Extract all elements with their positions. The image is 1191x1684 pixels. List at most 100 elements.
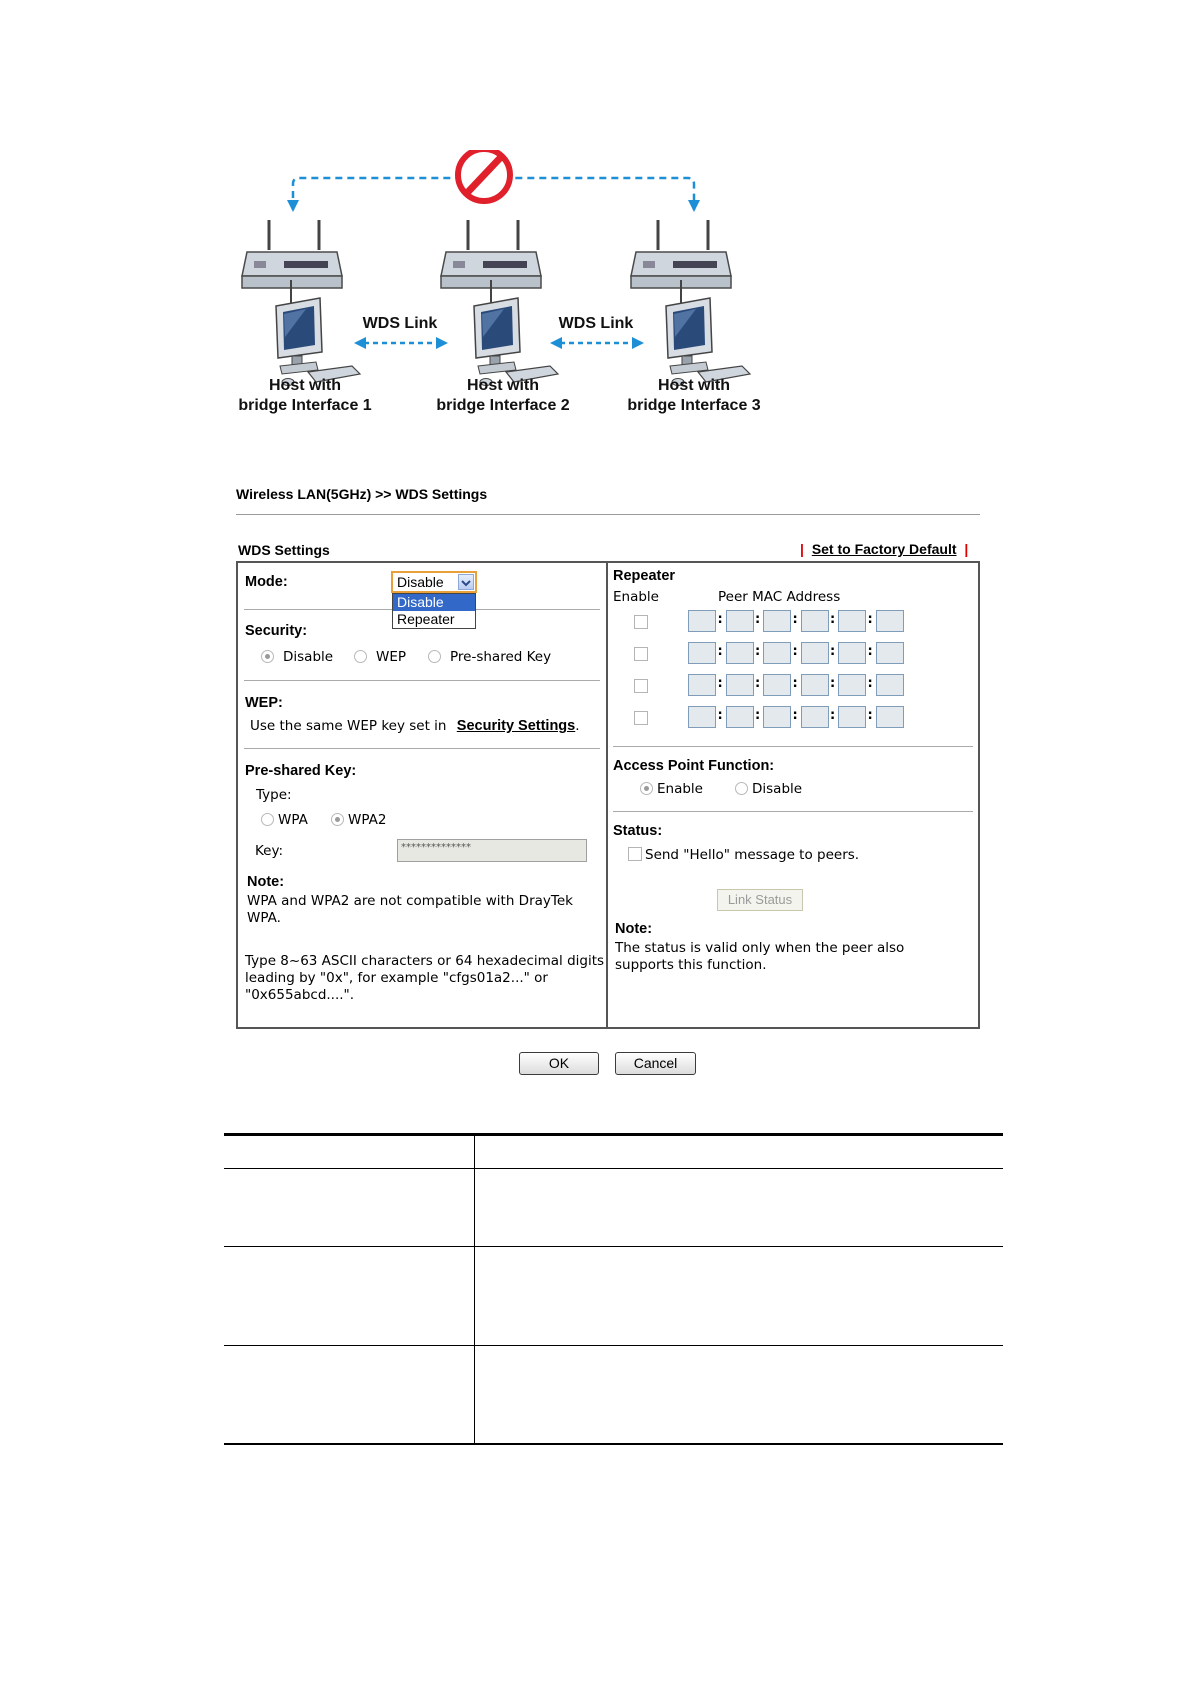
mac-octet-input[interactable] (875, 674, 904, 696)
peer-mac-table: :::::::::::::::::::: (610, 610, 910, 740)
mac-octet-input[interactable] (688, 610, 716, 632)
link-status-button[interactable]: Link Status (717, 889, 803, 911)
mac-octet-input[interactable] (875, 610, 904, 632)
status-note-text: The status is valid only when the peer a… (615, 940, 905, 973)
arrow-head-icon (287, 200, 299, 212)
router-icon (240, 218, 344, 290)
mac-octet-input[interactable] (725, 706, 754, 728)
security-radio-group: Disable WEP Pre-shared Key (260, 649, 600, 670)
mac-octet-input[interactable] (838, 610, 866, 632)
status-label: Status: (613, 823, 663, 839)
mac-octet-input[interactable] (800, 610, 829, 632)
send-hello-checkbox[interactable] (628, 847, 642, 861)
mac-octet-input[interactable] (838, 642, 866, 664)
host-2-label: Host with bridge Interface 2 (436, 377, 570, 414)
panel-divider (606, 561, 608, 1029)
arrow-right-icon (436, 337, 448, 349)
mac-octet-input[interactable] (763, 610, 791, 632)
mac-separator: : (755, 644, 761, 659)
mac-octet-input[interactable] (688, 706, 716, 728)
mac-octet-input[interactable] (688, 642, 716, 664)
host-3-label: Host with bridge Interface 3 (627, 377, 761, 414)
mac-octet-input[interactable] (800, 674, 829, 696)
mac-octet-input[interactable] (688, 674, 716, 696)
security-disable-radio[interactable] (261, 650, 274, 663)
prohibited-sign-icon (455, 150, 513, 204)
mac-separator: : (830, 676, 836, 691)
mac-separator: : (755, 708, 761, 723)
repeater-enable-checkbox[interactable] (634, 647, 648, 661)
mac-octet-input[interactable] (838, 706, 866, 728)
mode-dropdown-list: Disable Repeater (392, 593, 476, 629)
divider (236, 514, 980, 515)
mac-separator: : (867, 612, 873, 627)
type-radio-group: WPA WPA2 (260, 812, 460, 833)
table-header-rule (224, 1168, 1003, 1169)
cancel-button[interactable]: Cancel (615, 1052, 696, 1075)
wep-note: Use the same WEP key set in Security Set… (250, 718, 580, 734)
chevron-down-icon[interactable] (458, 574, 474, 590)
psk-label: Pre-shared Key: (245, 763, 357, 779)
mac-octet-input[interactable] (763, 642, 791, 664)
mac-separator: : (717, 676, 723, 691)
wep-label: WEP: (245, 695, 283, 711)
type-wpa-radio[interactable] (261, 813, 274, 826)
mac-separator: : (717, 708, 723, 723)
set-factory-default-link[interactable]: Set to Factory Default (812, 541, 957, 557)
mode-select[interactable]: Disable (391, 571, 477, 593)
mac-separator: : (830, 644, 836, 659)
router-icon (439, 218, 543, 290)
repeater-enable-checkbox[interactable] (634, 679, 648, 693)
table-column-rule (474, 1135, 475, 1444)
mode-option-disable[interactable]: Disable (393, 594, 475, 611)
arrow-head-icon (688, 200, 700, 212)
mac-separator: : (867, 708, 873, 723)
apf-enable-radio[interactable] (640, 782, 653, 795)
mac-octet-input[interactable] (725, 610, 754, 632)
host-1-label: Host with bridge Interface 1 (238, 377, 372, 414)
mac-octet-input[interactable] (875, 706, 904, 728)
key-label: Key: (255, 843, 284, 859)
table-top-rule (224, 1133, 1003, 1136)
mode-option-repeater[interactable]: Repeater (393, 611, 475, 628)
mac-separator: : (792, 612, 798, 627)
mac-octet-input[interactable] (725, 642, 754, 664)
mac-separator: : (755, 676, 761, 691)
mac-octet-input[interactable] (800, 706, 829, 728)
mac-octet-input[interactable] (875, 642, 904, 664)
arrow-left-icon (354, 337, 366, 349)
ok-button[interactable]: OK (519, 1052, 599, 1075)
security-settings-link[interactable]: Security Settings (457, 718, 575, 734)
section-title: WDS Settings (238, 542, 330, 558)
mac-octet-input[interactable] (800, 642, 829, 664)
mac-separator: : (830, 612, 836, 627)
type-label: Type: (256, 787, 292, 803)
type-wpa2-radio[interactable] (331, 813, 344, 826)
table-row-rule (224, 1246, 1003, 1247)
mac-octet-input[interactable] (763, 706, 791, 728)
repeater-enable-checkbox[interactable] (634, 711, 648, 725)
access-point-function-label: Access Point Function: (613, 758, 775, 774)
arrow-left-icon (550, 337, 562, 349)
mode-label: Mode: (245, 574, 288, 590)
apf-disable-radio[interactable] (735, 782, 748, 795)
enable-column-header: Enable (613, 589, 659, 605)
computer-icon (665, 297, 751, 387)
table-bottom-rule (224, 1443, 1003, 1445)
peer-mac-column-header: Peer MAC Address (718, 589, 841, 605)
mac-separator: : (867, 676, 873, 691)
repeater-label: Repeater (613, 568, 676, 584)
mac-separator: : (792, 644, 798, 659)
mac-separator: : (867, 644, 873, 659)
mac-separator: : (792, 676, 798, 691)
security-wep-radio[interactable] (354, 650, 367, 663)
mac-separator: : (755, 612, 761, 627)
mac-separator: : (830, 708, 836, 723)
key-input[interactable]: ************** (397, 839, 587, 862)
mac-octet-input[interactable] (838, 674, 866, 696)
repeater-enable-checkbox[interactable] (634, 615, 648, 629)
mac-octet-input[interactable] (725, 674, 754, 696)
mac-octet-input[interactable] (763, 674, 791, 696)
mac-separator: : (717, 612, 723, 627)
security-psk-radio[interactable] (428, 650, 441, 663)
